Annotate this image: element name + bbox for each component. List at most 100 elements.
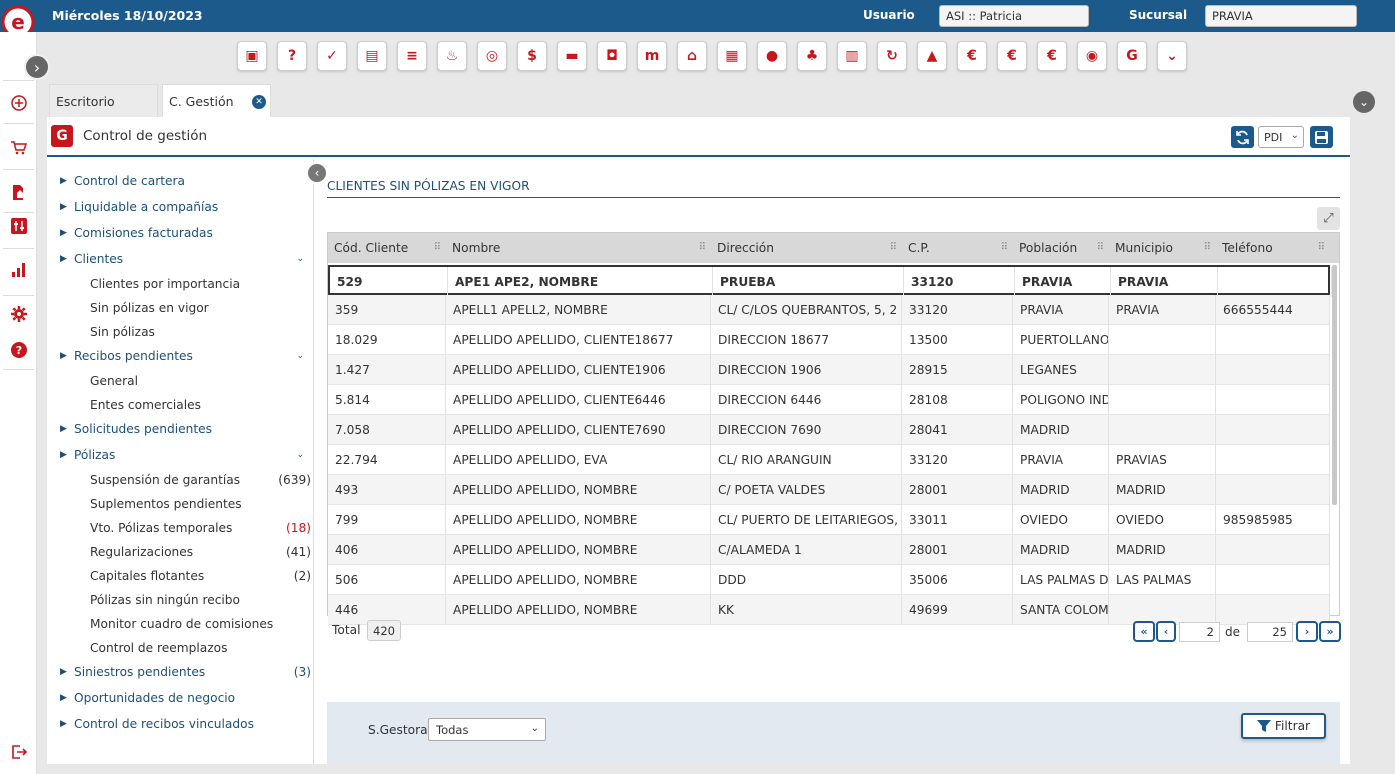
sidebar-item[interactable]: ▶ Oportunidades de negocio [47, 686, 314, 710]
prev-page-button[interactable]: ‹ [1156, 621, 1176, 642]
sidebar-item[interactable]: Pólizas sin ningún recibo [47, 588, 314, 612]
sidebar-item[interactable]: ▶ Clientes ⌄ [47, 247, 314, 271]
target-icon[interactable]: ◎ [477, 41, 507, 71]
table-row[interactable]: 799 APELLIDO APELLIDO, NOMBRE CL/ PUERTO D… [328, 505, 1330, 535]
building-icon[interactable]: ▦ [717, 41, 747, 71]
sidebar-item[interactable]: Monitor cuadro de comisiones [47, 612, 314, 636]
drag-handle-icon[interactable]: ⠿ [890, 242, 897, 253]
list-document-icon[interactable]: ≡ [397, 41, 427, 71]
sidebar-item[interactable]: Vto. Pólizas temporales (18) [47, 516, 314, 540]
table-row[interactable]: 18.029 APELLIDO APELLIDO, CLIENTE18677 DIR… [328, 325, 1330, 355]
sgestora-select[interactable]: Todas ⌄ [428, 718, 546, 741]
drag-handle-icon[interactable]: ⠿ [1001, 242, 1008, 253]
cube-icon[interactable]: ▣ [237, 41, 267, 71]
sidebar-item[interactable]: General [47, 369, 314, 393]
table-row[interactable]: 506 APELLIDO APELLIDO, NOMBRE DDD 35006 LAS … [328, 565, 1330, 595]
briefcase-icon[interactable]: ▬ [557, 41, 587, 71]
person-refresh-icon[interactable]: ↻ [877, 41, 907, 71]
add-circle-icon[interactable] [0, 85, 37, 121]
euro-icon[interactable]: € [957, 41, 987, 71]
save-icon[interactable] [1310, 126, 1333, 148]
user-question-icon[interactable]: ? [277, 41, 307, 71]
table-row[interactable]: 22.794 APELLIDO APELLIDO, EVA CL/ RIO ARAN… [328, 445, 1330, 475]
sidebar-item[interactable]: ▶ Solicitudes pendientes [47, 417, 314, 441]
sidebar-item[interactable]: Entes comerciales [47, 393, 314, 417]
document-icon[interactable]: ▤ [357, 41, 387, 71]
bar-chart-icon[interactable] [0, 252, 37, 288]
user-check-icon[interactable]: ✓ [317, 41, 347, 71]
sidebar-item[interactable]: Suplementos pendientes [47, 492, 314, 516]
sidebar-item[interactable]: Sin pólizas [47, 320, 314, 344]
table-row[interactable]: 493 APELLIDO APELLIDO, NOMBRE C/ POETA VAL… [328, 475, 1330, 505]
g-icon[interactable]: G [1117, 41, 1147, 71]
column-header[interactable]: Cód. Cliente ⠿ [328, 233, 446, 263]
column-header[interactable]: C.P. ⠿ [902, 233, 1013, 263]
m-icon[interactable]: m [637, 41, 667, 71]
tab-c-gestion[interactable]: C. Gestión ✕ [162, 84, 271, 117]
building-money-icon[interactable]: ▥ [837, 41, 867, 71]
house-document-icon[interactable] [0, 174, 37, 210]
sidebar-item[interactable]: Clientes por importancia [47, 272, 314, 296]
drag-handle-icon[interactable]: ⠿ [699, 242, 706, 253]
table-row[interactable]: 359 APELL1 APELL2, NOMBRE CL/ C/LOS QUEBRA… [328, 295, 1330, 325]
drag-handle-icon[interactable]: ⠿ [1204, 242, 1211, 253]
column-header[interactable]: Municipio ⠿ [1109, 233, 1216, 263]
filter-button[interactable]: Filtrar [1241, 713, 1326, 739]
table-row[interactable]: 1.427 APELLIDO APELLIDO, CLIENTE1906 DIREC… [328, 355, 1330, 385]
profile-select[interactable]: PDI ⌄ [1258, 126, 1304, 148]
close-tab-icon[interactable]: ✕ [252, 95, 266, 109]
user-icon[interactable]: ● [757, 41, 787, 71]
tab-escritorio[interactable]: Escritorio [49, 84, 158, 117]
people-up-icon[interactable]: ▲ [917, 41, 947, 71]
sidebar-item[interactable]: ▶ Control de recibos vinculados [47, 712, 314, 736]
branch-field[interactable]: PRAVIA [1205, 5, 1357, 27]
euro-up-icon[interactable]: € [997, 41, 1027, 71]
chevron-down-icon[interactable]: ⌄ [1157, 41, 1187, 71]
collapse-sidebar-icon[interactable]: ‹ [306, 162, 328, 184]
refresh-icon[interactable] [1231, 126, 1254, 148]
column-header[interactable]: Dirección ⠿ [711, 233, 902, 263]
gear-icon[interactable] [0, 296, 37, 332]
column-header[interactable]: Teléfono ⠿ [1216, 233, 1330, 263]
last-page-button[interactable]: » [1319, 621, 1341, 642]
table-row[interactable]: 529 APE1 APE2, NOMBRE PRUEBA 33120 PRAVIA PRA… [328, 265, 1332, 297]
house-document-icon[interactable]: ⌂ [677, 41, 707, 71]
sidebar-item[interactable]: Regularizaciones (41) [47, 540, 314, 564]
sidebar-item[interactable]: ▶ Comisiones facturadas [47, 221, 314, 245]
sidebar-item[interactable]: Control de reemplazos [47, 636, 314, 660]
cart-icon[interactable] [0, 130, 37, 166]
eye-icon[interactable]: ◉ [1077, 41, 1107, 71]
table-row[interactable]: 7.058 APELLIDO APELLIDO, CLIENTE7690 DIREC… [328, 415, 1330, 445]
drag-handle-icon[interactable]: ⠿ [1097, 242, 1104, 253]
first-page-button[interactable]: « [1133, 621, 1155, 642]
next-page-button[interactable]: › [1296, 621, 1318, 642]
expand-menu-icon[interactable]: › [24, 54, 50, 80]
drag-handle-icon[interactable]: ⠿ [1318, 242, 1325, 253]
table-row[interactable]: 446 APELLIDO APELLIDO, NOMBRE KK 49699 SANTA… [328, 595, 1330, 625]
bag-icon[interactable]: ◘ [597, 41, 627, 71]
sidebar-item[interactable]: ▶ Siniestros pendientes (3) [47, 660, 314, 684]
user-field[interactable]: ASI :: Patricia [939, 5, 1089, 27]
sidebar-item[interactable]: ▶ Control de cartera [47, 169, 314, 193]
sidebar-item[interactable]: ▶ Liquidable a compañías [47, 195, 314, 219]
sidebar-item[interactable]: Suspensión de garantías (639) [47, 468, 314, 492]
sidebar-item[interactable]: Capitales flotantes (2) [47, 564, 314, 588]
money-icon[interactable]: $ [517, 41, 547, 71]
table-row[interactable]: 5.814 APELLIDO APELLIDO, CLIENTE6446 DIREC… [328, 385, 1330, 415]
sidebar-item[interactable]: ▶ Recibos pendientes ⌄ [47, 344, 314, 368]
euro-down-icon[interactable]: € [1037, 41, 1067, 71]
help-icon[interactable]: ? [0, 332, 37, 368]
fire-icon[interactable]: ♨ [437, 41, 467, 71]
sidebar-item[interactable]: ▶ Pólizas ⌄ [47, 443, 314, 467]
column-header[interactable]: Nombre ⠿ [446, 233, 711, 263]
sidebar-item[interactable]: Sin pólizas en vigor [47, 296, 314, 320]
logout-icon[interactable] [0, 734, 37, 770]
page-input[interactable]: 2 [1179, 622, 1220, 642]
chevron-down-icon[interactable]: ⌄ [1353, 91, 1375, 113]
table-row[interactable]: 406 APELLIDO APELLIDO, NOMBRE C/ALAMEDA 12… [328, 535, 1330, 565]
drag-handle-icon[interactable]: ⠿ [434, 242, 441, 253]
users-icon[interactable]: ♣ [797, 41, 827, 71]
maximize-icon[interactable]: ⤢ [1317, 207, 1340, 230]
vertical-scrollbar[interactable] [1332, 265, 1337, 505]
sliders-icon[interactable] [0, 208, 37, 244]
